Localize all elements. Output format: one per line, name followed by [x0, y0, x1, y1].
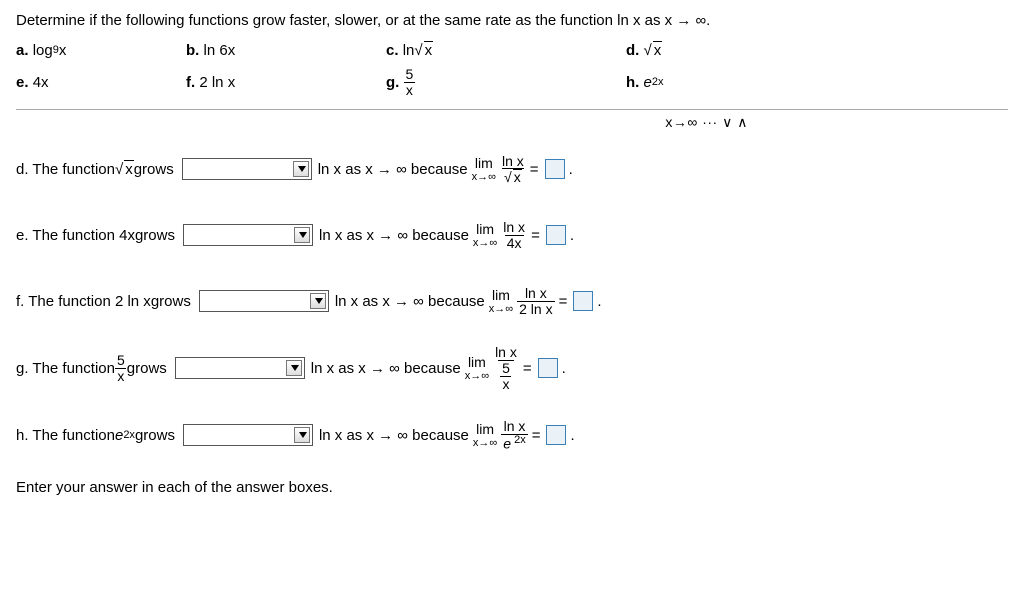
option-label: d. — [626, 42, 639, 59]
rate-select[interactable] — [175, 357, 305, 379]
instructions: Determine if the following functions gro… — [16, 12, 1008, 29]
question-prefix: d. The function x grows — [16, 160, 174, 178]
dropdown-h[interactable] — [183, 424, 313, 446]
because-text: ln x as x → ∞ because limx→∞ ln xx = . — [318, 154, 573, 185]
option-label: e. — [16, 74, 29, 91]
because-text: ln x as x → ∞ because limx→∞ ln x2 ln x … — [335, 286, 602, 316]
question-prefix: f. The function 2 ln x grows — [16, 293, 191, 310]
option-g: g. 5x — [386, 67, 626, 97]
option-f: f. 2 ln x — [186, 67, 386, 97]
answer-box-h[interactable] — [546, 425, 566, 445]
answer-box-g[interactable] — [538, 358, 558, 378]
answer-box-f[interactable] — [573, 291, 593, 311]
because-text: ln x as x → ∞ because limx→∞ ln x5x = . — [311, 345, 566, 391]
options-row-2: e. 4x f. 2 ln x g. 5x h. e 2x — [16, 67, 1008, 97]
option-label: a. — [16, 42, 29, 59]
question-e: e. The function 4x grows ln x as x → ∞ b… — [16, 213, 1008, 257]
question-prefix: h. The function e 2x grows — [16, 427, 175, 444]
option-label: c. — [386, 42, 399, 59]
divider — [16, 109, 1008, 110]
option-b: b. ln 6x — [186, 41, 386, 59]
rate-select[interactable] — [183, 224, 313, 246]
rate-select[interactable] — [182, 158, 312, 180]
dropdown-e[interactable] — [183, 224, 313, 246]
options-row-1: a. log 9x b. ln 6x c. ln x d. x — [16, 41, 1008, 59]
dropdown-g[interactable] — [175, 357, 305, 379]
footer-text: Enter your answer in each of the answer … — [16, 479, 1008, 496]
question-prefix: e. The function 4x grows — [16, 227, 175, 244]
because-text: ln x as x → ∞ because limx→∞ ln xe 2x = … — [319, 419, 575, 451]
option-a: a. log 9x — [16, 41, 186, 59]
question-d: d. The function x grows ln x as x → ∞ be… — [16, 147, 1008, 191]
question-f: f. The function 2 ln x grows ln x as x →… — [16, 279, 1008, 323]
option-c: c. ln x — [386, 41, 626, 59]
rate-select[interactable] — [183, 424, 313, 446]
question-prefix: g. The function 5x grows — [16, 353, 167, 383]
option-h: h. e 2x — [626, 67, 776, 97]
rate-select[interactable] — [199, 290, 329, 312]
option-d: d. x — [626, 41, 776, 59]
option-label: g. — [386, 74, 399, 91]
dropdown-d[interactable] — [182, 158, 312, 180]
answer-box-e[interactable] — [546, 225, 566, 245]
truncated-row: x→∞ ··· ∨ ∧ — [16, 114, 1008, 131]
because-text: ln x as x → ∞ because limx→∞ ln x4x = . — [319, 220, 574, 250]
option-label: f. — [186, 74, 195, 91]
question-h: h. The function e 2x grows ln x as x → ∞… — [16, 413, 1008, 457]
option-label: b. — [186, 42, 199, 59]
option-label: h. — [626, 74, 639, 91]
answer-box-d[interactable] — [545, 159, 565, 179]
dropdown-f[interactable] — [199, 290, 329, 312]
option-e: e. 4x — [16, 67, 186, 97]
question-g: g. The function 5x grows ln x as x → ∞ b… — [16, 345, 1008, 391]
